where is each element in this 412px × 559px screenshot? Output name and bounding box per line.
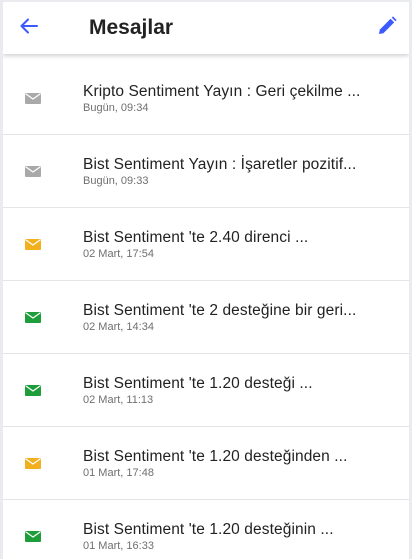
message-list-item[interactable]: Bist Sentiment 'te 2 desteğine bir geri.… — [3, 281, 409, 354]
message-subject: Bist Sentiment 'te 1.20 desteğinin ... — [83, 520, 334, 538]
app-frame: Mesajlar Kripto Sentiment Yayın : Geri ç… — [3, 2, 409, 559]
page-title: Mesajlar — [89, 16, 174, 39]
message-subject: Bist Sentiment Yayın : İşaretler pozitif… — [83, 155, 357, 173]
envelope-icon — [25, 92, 49, 104]
message-date: 01 Mart, 17:48 — [83, 466, 154, 479]
envelope-icon — [25, 384, 49, 396]
message-list-item[interactable]: Kripto Sentiment Yayın : Geri çekilme ..… — [3, 62, 409, 135]
message-subject: Bist Sentiment 'te 1.20 desteği ... — [83, 374, 313, 392]
message-list: Kripto Sentiment Yayın : Geri çekilme ..… — [3, 62, 409, 559]
message-subject: Bist Sentiment 'te 2 desteğine bir geri.… — [83, 301, 357, 319]
envelope-icon — [25, 311, 49, 323]
message-date: Bugün, 09:33 — [83, 174, 149, 187]
message-date: 02 Mart, 17:54 — [83, 247, 154, 260]
pencil-icon — [377, 15, 397, 41]
envelope-icon — [25, 238, 49, 250]
message-date: 02 Mart, 11:13 — [83, 393, 154, 406]
envelope-icon — [25, 165, 49, 177]
envelope-icon — [25, 457, 49, 469]
message-subject: Bist Sentiment 'te 2.40 direnci ... — [83, 228, 309, 246]
message-list-item[interactable]: Bist Sentiment 'te 1.20 desteği ... 02 Ma… — [3, 354, 409, 427]
message-date: 02 Mart, 14:34 — [83, 320, 154, 333]
back-button[interactable] — [3, 2, 55, 54]
message-list-item[interactable]: Bist Sentiment 'te 1.20 desteğinin ... 01… — [3, 500, 409, 559]
arrow-left-icon — [20, 18, 38, 39]
envelope-icon — [25, 530, 49, 542]
message-date: 01 Mart, 16:33 — [83, 539, 154, 552]
message-date: Bugün, 09:34 — [83, 101, 149, 114]
message-subject: Kripto Sentiment Yayın : Geri çekilme ..… — [83, 82, 361, 100]
app-bar: Mesajlar — [3, 2, 409, 54]
compose-button[interactable] — [365, 2, 409, 54]
message-subject: Bist Sentiment 'te 1.20 desteğinden ... — [83, 447, 348, 465]
message-list-item[interactable]: Bist Sentiment 'te 1.20 desteğinden ... 0… — [3, 427, 409, 500]
message-list-item[interactable]: Bist Sentiment 'te 2.40 direnci ... 02 Ma… — [3, 208, 409, 281]
message-list-item[interactable]: Bist Sentiment Yayın : İşaretler pozitif… — [3, 135, 409, 208]
